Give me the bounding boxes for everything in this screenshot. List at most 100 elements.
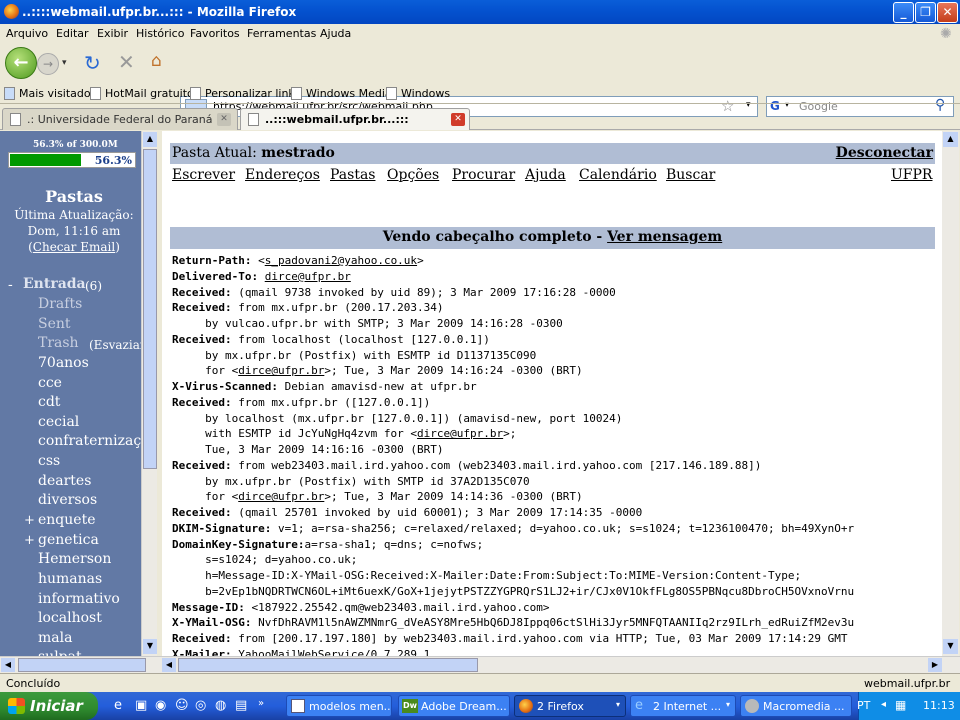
email-link[interactable]: dirce@ufpr.br xyxy=(238,364,324,377)
folder-item[interactable]: diversos xyxy=(38,492,97,508)
expand-icon[interactable]: + xyxy=(24,533,35,548)
nav-ajuda[interactable]: Ajuda xyxy=(525,167,566,183)
folder-item[interactable]: enquete xyxy=(38,512,95,528)
home-icon[interactable]: ⌂ xyxy=(151,51,162,71)
taskbar-item-firefox[interactable]: 2 Firefox ▾ xyxy=(514,695,626,717)
tab-webmail[interactable]: ..:::webmail.ufpr.br...::: ✕ xyxy=(240,108,470,130)
horizontal-scrollbar[interactable]: ◀ ◀ ▶ xyxy=(0,656,960,673)
bookmark-mais-visitados[interactable]: Mais visitados xyxy=(4,87,96,100)
nav-escrever[interactable]: Escrever xyxy=(172,167,235,183)
nav-buscar[interactable]: Buscar xyxy=(666,167,715,183)
header-value: > xyxy=(417,254,424,267)
email-link[interactable]: dirce@ufpr.br xyxy=(417,427,503,440)
folder-item[interactable]: sulpat xyxy=(38,649,82,656)
menu-ajuda[interactable]: Ajuda xyxy=(320,27,351,40)
title-bar[interactable]: ..::::webmail.ufpr.br...::: - Mozilla Fi… xyxy=(0,0,960,24)
scroll-down-icon[interactable]: ▼ xyxy=(143,639,157,654)
email-link[interactable]: dirce@ufpr.br xyxy=(238,490,324,503)
folder-drafts[interactable]: Drafts xyxy=(38,296,82,312)
firefox-quicklaunch-icon[interactable]: ◍ xyxy=(215,698,226,713)
history-dropdown-icon[interactable]: ▾ xyxy=(62,58,67,68)
email-link[interactable]: dirce@ufpr.br xyxy=(265,270,351,283)
notepad-quicklaunch-icon[interactable]: ▤ xyxy=(235,698,247,713)
scroll-down-icon[interactable]: ▼ xyxy=(943,639,958,654)
ie-quicklaunch-icon[interactable]: e xyxy=(114,698,122,713)
folder-item[interactable]: cecial xyxy=(38,414,79,430)
scroll-up-icon[interactable]: ▲ xyxy=(143,132,157,147)
nav-procurar[interactable]: Procurar xyxy=(452,167,515,183)
nav-enderecos[interactable]: Endereços xyxy=(245,167,320,183)
tab-close-icon[interactable]: ✕ xyxy=(217,113,231,126)
maximize-button[interactable]: ❐ xyxy=(915,2,936,23)
scroll-left-icon[interactable]: ◀ xyxy=(162,658,176,672)
more-quicklaunch-icon[interactable]: » xyxy=(258,698,264,709)
scroll-left-icon[interactable]: ◀ xyxy=(1,658,15,672)
folders-title: Pastas xyxy=(45,187,103,206)
folder-sent[interactable]: Sent xyxy=(38,316,71,332)
taskbar-item-modelos[interactable]: modelos men... xyxy=(286,695,392,717)
logout-link[interactable]: Desconectar xyxy=(836,145,933,161)
menu-exibir[interactable]: Exibir xyxy=(97,27,128,40)
chrome-quicklaunch-icon[interactable]: ◎ xyxy=(195,698,206,713)
folder-item[interactable]: 70anos xyxy=(38,355,89,371)
folder-item[interactable]: informativo xyxy=(38,591,120,607)
scroll-thumb[interactable] xyxy=(18,658,146,672)
menu-ferramentas[interactable]: Ferramentas xyxy=(247,27,316,40)
bookmark-windows-media[interactable]: Windows Media xyxy=(291,87,392,100)
scroll-thumb[interactable] xyxy=(178,658,478,672)
menu-arquivo[interactable]: Arquivo xyxy=(6,27,48,40)
email-link[interactable]: s_padovani2@yahoo.co.uk xyxy=(265,254,417,267)
minimize-button[interactable]: _ xyxy=(893,2,914,23)
taskbar-label: Macromedia ... xyxy=(763,700,845,713)
view-message-link[interactable]: Ver mensagem xyxy=(607,229,722,245)
language-indicator[interactable]: PT xyxy=(857,699,870,712)
taskbar-item-internet[interactable]: e 2 Internet ... ▾ xyxy=(630,695,736,717)
reload-icon[interactable]: ↻ xyxy=(84,51,101,75)
forward-button[interactable]: → xyxy=(37,53,59,75)
start-button[interactable]: Iniciar xyxy=(0,692,98,720)
scroll-thumb[interactable] xyxy=(143,149,157,469)
page-scrollbar[interactable]: ▲ ▼ xyxy=(942,131,959,656)
nav-opcoes[interactable]: Opções xyxy=(387,167,439,183)
media-quicklaunch-icon[interactable]: ◉ xyxy=(155,698,166,713)
scroll-up-icon[interactable]: ▲ xyxy=(943,132,958,147)
menu-editar[interactable]: Editar xyxy=(56,27,89,40)
stop-icon[interactable]: ✕ xyxy=(118,50,135,74)
taskbar-item-macromedia[interactable]: Macromedia ... xyxy=(740,695,852,717)
menu-historico[interactable]: Histórico xyxy=(136,27,184,40)
tab-close-icon[interactable]: ✕ xyxy=(451,113,465,126)
messenger-quicklaunch-icon[interactable]: ☺ xyxy=(175,698,189,713)
folder-item[interactable]: Hemerson xyxy=(38,551,111,567)
bookmark-personalizar[interactable]: Personalizar links xyxy=(190,87,301,100)
tray-expand-icon[interactable]: ◂ xyxy=(881,699,886,710)
close-button[interactable]: ✕ xyxy=(937,2,958,23)
scroll-right-icon[interactable]: ▶ xyxy=(928,658,942,672)
bookmark-windows[interactable]: Windows xyxy=(386,87,450,100)
header-value: for < xyxy=(172,364,239,378)
sidebar-scrollbar[interactable]: ▲ ▼ xyxy=(141,131,157,656)
folder-item[interactable]: deartes xyxy=(38,473,91,489)
network-tray-icon[interactable]: ▦ xyxy=(895,698,906,712)
nav-calendario[interactable]: Calendário xyxy=(579,167,657,183)
folder-item[interactable]: humanas xyxy=(38,571,102,587)
nav-ufpr[interactable]: UFPR xyxy=(891,167,932,183)
nav-pastas[interactable]: Pastas xyxy=(330,167,375,183)
bookmark-hotmail[interactable]: HotMail gratuito xyxy=(90,87,194,100)
folder-item[interactable]: cce xyxy=(38,375,62,391)
header-key: Received: xyxy=(172,395,232,409)
tab-ufpr[interactable]: .: Universidade Federal do Paraná :. ✕ xyxy=(2,108,238,130)
folder-item[interactable]: localhost xyxy=(38,610,102,626)
folder-item[interactable]: mala xyxy=(38,630,72,646)
taskbar-item-dreamweaver[interactable]: Dw Adobe Dream... xyxy=(398,695,510,717)
back-button[interactable]: ← xyxy=(5,47,37,79)
check-mail-link[interactable]: Checar Email xyxy=(33,240,115,254)
folder-inbox[interactable]: Entrada xyxy=(23,276,86,292)
folder-item[interactable]: css xyxy=(38,453,60,469)
expand-icon[interactable]: + xyxy=(24,513,35,528)
folder-item[interactable]: confraternização xyxy=(38,433,156,449)
folder-item[interactable]: genetica xyxy=(38,532,99,548)
folder-item[interactable]: cdt xyxy=(38,394,60,410)
menu-favoritos[interactable]: Favoritos xyxy=(190,27,240,40)
desktop-quicklaunch-icon[interactable]: ▣ xyxy=(135,698,147,713)
folder-trash[interactable]: Trash xyxy=(38,335,79,351)
